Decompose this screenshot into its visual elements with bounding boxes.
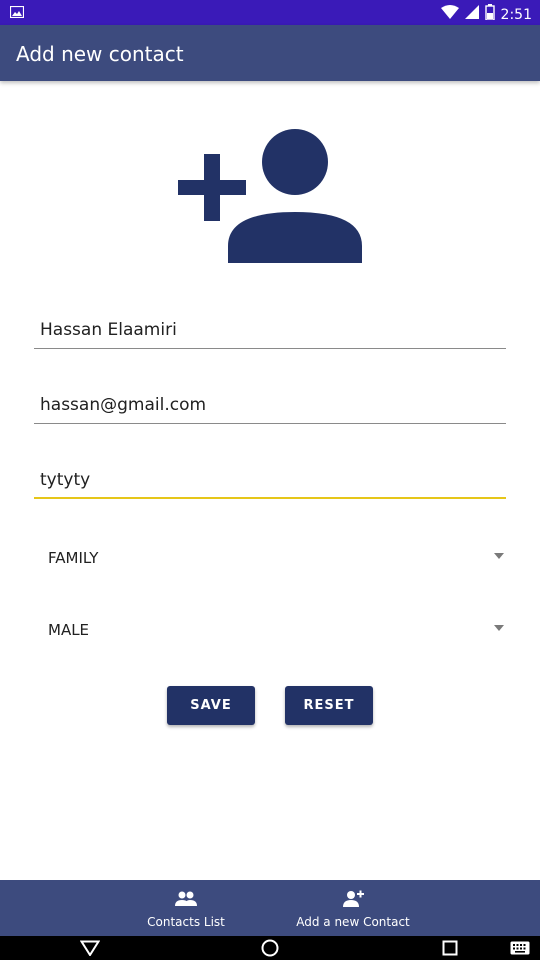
status-time: 2:51 (500, 6, 532, 23)
system-navigation-bar (0, 936, 540, 960)
keyboard-icon[interactable] (510, 941, 530, 960)
wifi-icon (440, 5, 459, 24)
dropdown-arrow-icon (494, 625, 504, 631)
nav-item-add-contact[interactable]: Add a new Contact (296, 880, 410, 936)
nav-label-add-contact: Add a new Contact (296, 915, 410, 929)
dropdown-arrow-icon (494, 553, 504, 559)
name-field-underline (34, 348, 506, 349)
category-spinner[interactable]: FAMILY (34, 537, 506, 577)
category-selected-value: FAMILY (48, 549, 99, 567)
recents-icon[interactable] (442, 940, 458, 960)
reset-button[interactable]: RESET (285, 686, 373, 725)
app-bar: Add new contact (0, 25, 540, 81)
battery-icon (484, 4, 495, 25)
back-icon[interactable] (79, 940, 101, 960)
page-title: Add new contact (16, 42, 184, 66)
name-field-container (34, 305, 506, 349)
nav-label-contacts-list: Contacts List (147, 915, 225, 929)
home-icon[interactable] (261, 939, 279, 960)
email-field-underline (34, 423, 506, 424)
phone-field-container (34, 455, 506, 499)
cell-signal-icon (464, 5, 479, 24)
gender-spinner[interactable]: MALE (34, 609, 506, 649)
status-bar: 2:51 (0, 0, 540, 25)
save-button[interactable]: SAVE (167, 686, 255, 725)
image-notification-icon (9, 5, 25, 23)
name-field[interactable] (34, 305, 506, 347)
add-person-icon (176, 128, 364, 269)
email-field[interactable] (34, 380, 506, 422)
people-icon (175, 890, 197, 910)
bottom-navigation: Contacts List Add a new Contact (0, 880, 540, 936)
person-add-icon (342, 890, 364, 910)
gender-selected-value: MALE (48, 621, 90, 639)
phone-field[interactable] (34, 455, 506, 497)
nav-item-contacts-list[interactable]: Contacts List (140, 880, 232, 936)
email-field-container (34, 380, 506, 424)
phone-field-underline (34, 497, 506, 499)
